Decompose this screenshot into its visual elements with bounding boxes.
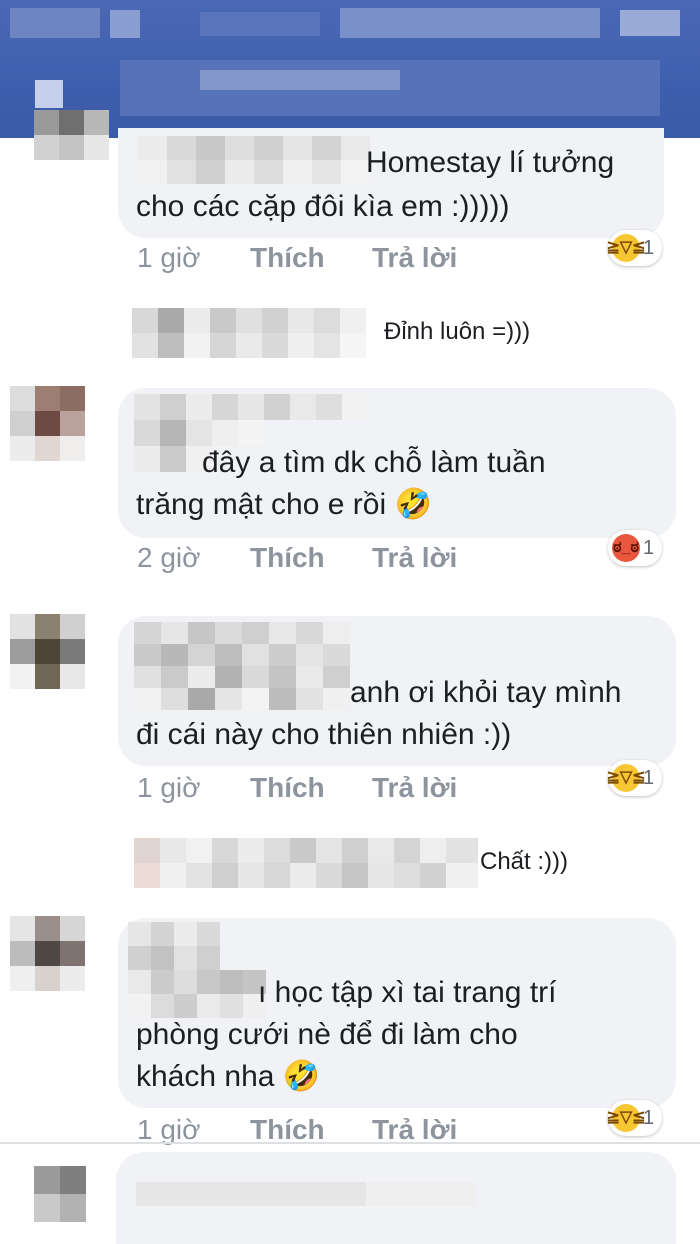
avatar[interactable] [34, 110, 110, 186]
reaction-count: 1 [643, 236, 655, 259]
avatar[interactable] [10, 386, 86, 462]
blur-block [366, 1182, 476, 1206]
comment-text: đây a tìm dk chỗ làm tuần [202, 446, 546, 479]
comment-text: anh ơi khỏi tay mình [350, 676, 622, 709]
angry-reaction-icon: ಠ_ಠ [612, 534, 640, 562]
commenter-name-blurred[interactable] [138, 136, 370, 184]
reply-button[interactable]: Trả lời [372, 542, 457, 574]
comment-bubble: ı học tập xì tai trang trí phòng cưới nè… [118, 918, 676, 1108]
reaction-count: 1 [643, 766, 655, 789]
haha-reaction-icon: ≧▽≦ [606, 234, 646, 262]
composer-avatar [34, 1166, 86, 1222]
divider [0, 1142, 700, 1144]
blur-block [200, 12, 320, 36]
comment-composer-blurred[interactable] [116, 1152, 676, 1244]
comment-text: phòng cưới nè để đi làm cho [136, 1018, 518, 1051]
reaction-summary[interactable]: ಠ_ಠ 1 [608, 530, 663, 566]
comment-text: cho các cặp đôi kìa em :))))) [136, 190, 510, 223]
comment-bubble: đây a tìm dk chỗ làm tuần trăng mật cho … [118, 388, 676, 538]
comment-text: khách nha 🤣 [136, 1060, 321, 1093]
comment-actions: 1 giờ Thích Trả lời [137, 1114, 557, 1150]
blur-block [10, 8, 100, 38]
reaction-count: 1 [643, 536, 655, 559]
reaction-summary[interactable]: ≧▽≦ 1 [606, 1100, 663, 1136]
avatar[interactable] [10, 614, 86, 690]
comment-time[interactable]: 2 giờ [137, 542, 201, 574]
reaction-count: 1 [643, 1106, 655, 1129]
like-button[interactable]: Thích [250, 242, 325, 274]
haha-reaction-icon: ≧▽≦ [606, 1104, 646, 1132]
like-button[interactable]: Thích [250, 772, 325, 804]
reply-author-blurred[interactable] [132, 308, 382, 358]
comment-actions: 1 giờ Thích Trả lời [137, 772, 557, 808]
reaction-summary[interactable]: ≧▽≦ 1 [606, 230, 663, 266]
blur-block [620, 10, 680, 36]
reply-button[interactable]: Trả lời [372, 242, 457, 274]
comment-time[interactable]: 1 giờ [137, 772, 201, 804]
blur-block [340, 8, 600, 38]
haha-reaction-icon: ≧▽≦ [606, 764, 646, 792]
commenter-name-blurred[interactable] [134, 622, 350, 710]
comment-text: Homestay lí tưởng [366, 146, 615, 179]
comment-actions: 1 giờ Thích Trả lời [137, 242, 557, 278]
blur-block [136, 1182, 366, 1206]
comment-time[interactable]: 1 giờ [137, 242, 201, 274]
reply-text: Chất :))) [480, 848, 569, 875]
comment-bubble: anh ơi khỏi tay mình đi cái này cho thiê… [118, 616, 676, 766]
blur-block [110, 10, 140, 38]
avatar[interactable] [10, 916, 86, 992]
reply-text: Đỉnh luôn =))) [384, 318, 531, 345]
comment-text: ı học tập xì tai trang trí [258, 976, 557, 1009]
reply-author-blurred[interactable] [134, 838, 478, 888]
comment-actions: 2 giờ Thích Trả lời [137, 542, 557, 578]
comment-text: đi cái này cho thiên nhiên :)) [136, 718, 512, 751]
reply-button[interactable]: Trả lời [372, 772, 457, 804]
comment-bubble: Homestay lí tưởng cho các cặp đôi kìa em… [118, 128, 664, 238]
commenter-name-blurred[interactable] [128, 922, 266, 1018]
like-button[interactable]: Thích [250, 542, 325, 574]
blur-block [35, 80, 63, 108]
blur-block [200, 70, 400, 90]
reaction-summary[interactable]: ≧▽≦ 1 [606, 760, 663, 796]
comment-text: trăng mật cho e rồi 🤣 [136, 488, 432, 521]
